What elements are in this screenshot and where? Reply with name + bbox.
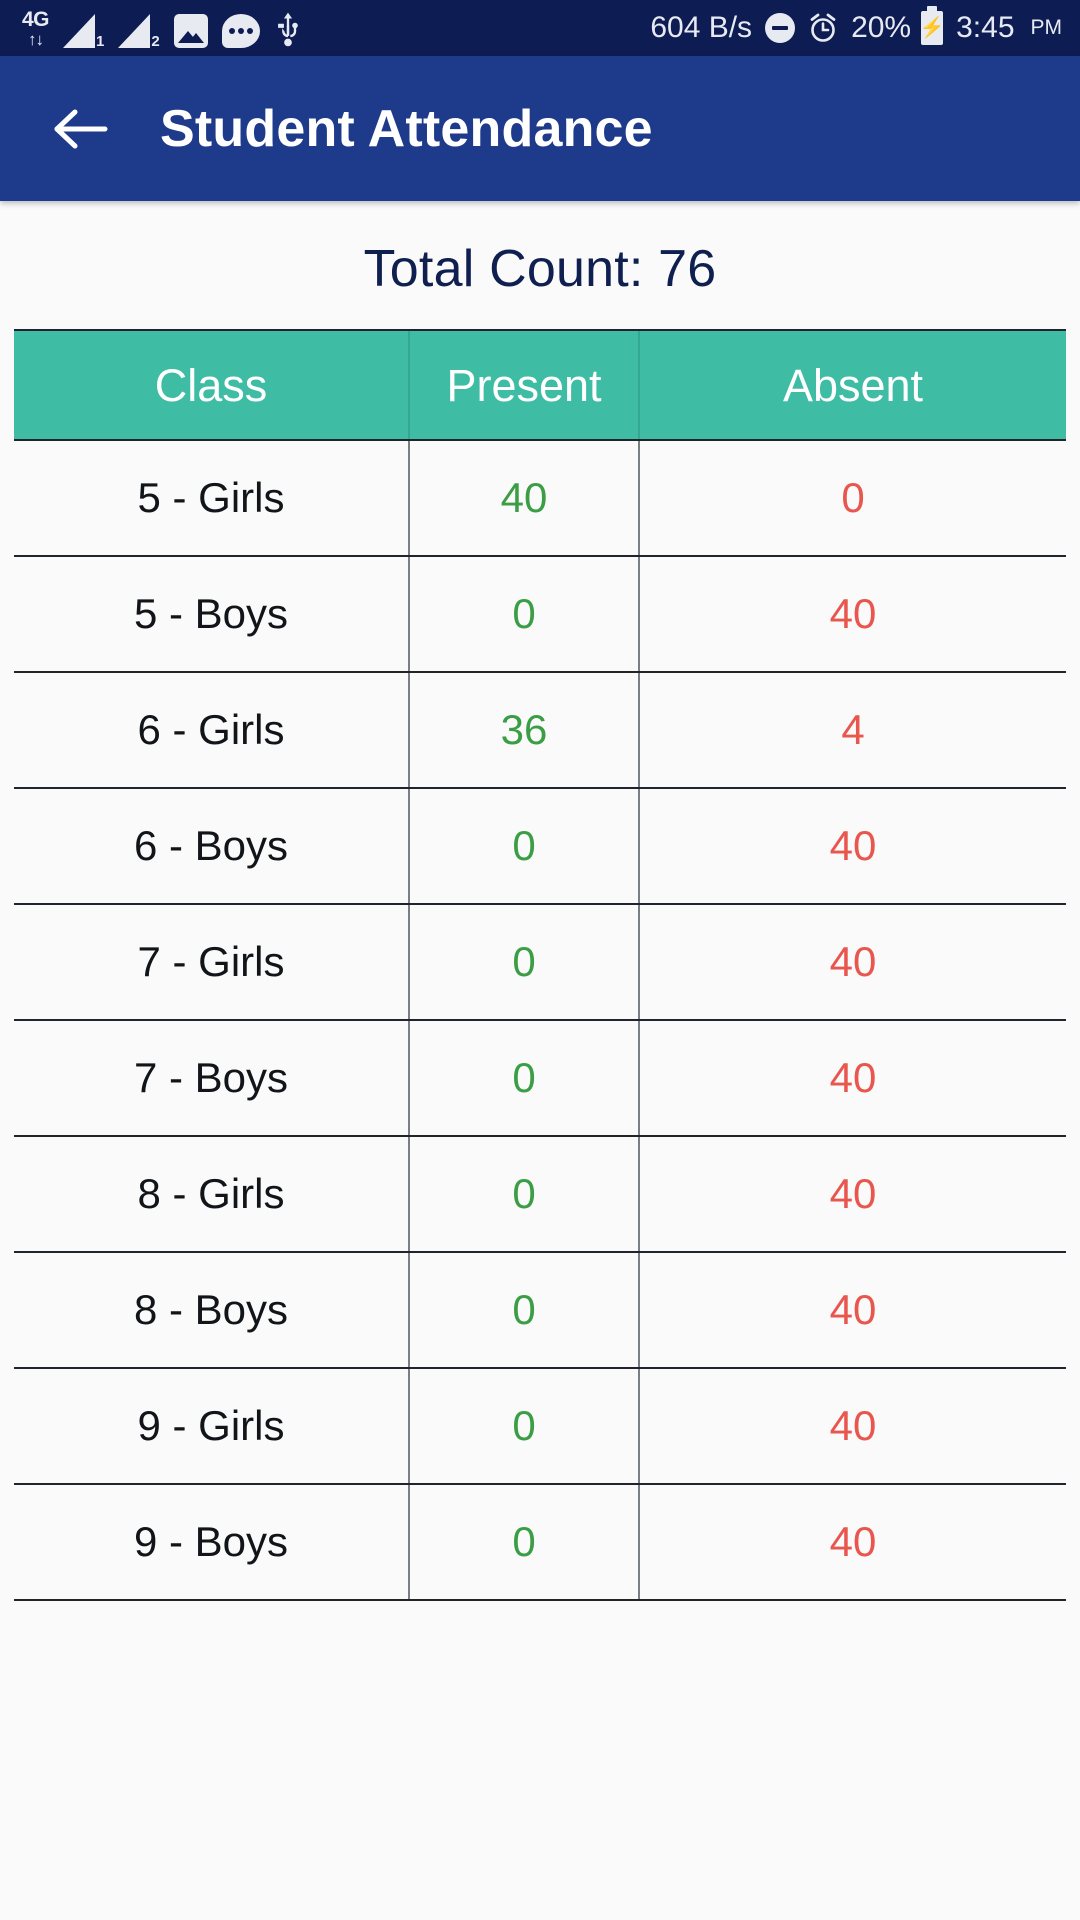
charging-bolt-icon: ⚡ bbox=[919, 17, 945, 39]
messaging-dot bbox=[237, 27, 244, 34]
cell-class: 9 - Girls bbox=[14, 1369, 410, 1483]
cell-absent: 4 bbox=[640, 673, 1066, 787]
clock-ampm-label: PM bbox=[1030, 16, 1063, 39]
signal-bars-shape bbox=[63, 13, 96, 48]
clock-time-label: 3:45 bbox=[956, 11, 1015, 44]
total-count-label: Total Count: 76 bbox=[363, 240, 717, 298]
cell-absent: 40 bbox=[640, 789, 1066, 903]
usb-icon bbox=[277, 12, 298, 46]
cell-absent: 40 bbox=[640, 1021, 1066, 1135]
column-header-class[interactable]: Class bbox=[14, 331, 410, 439]
network-speed-label: 604 B/s bbox=[650, 11, 753, 44]
table-row[interactable]: 8 - Girls 0 40 bbox=[14, 1137, 1066, 1253]
table-row[interactable]: 9 - Girls 0 40 bbox=[14, 1369, 1066, 1485]
cell-absent: 40 bbox=[640, 557, 1066, 671]
messaging-icon bbox=[221, 13, 260, 48]
table-row[interactable]: 6 - Boys 0 40 bbox=[14, 789, 1066, 905]
cell-present: 0 bbox=[410, 557, 640, 671]
cell-present: 40 bbox=[410, 441, 640, 555]
cell-present: 0 bbox=[410, 905, 640, 1019]
messaging-dot bbox=[246, 27, 253, 34]
battery-charging-icon: ⚡ bbox=[919, 6, 945, 45]
cell-present: 0 bbox=[410, 1485, 640, 1599]
cell-class: 7 - Boys bbox=[14, 1021, 410, 1135]
table-row[interactable]: 5 - Girls 40 0 bbox=[14, 441, 1066, 557]
table-row[interactable]: 5 - Boys 0 40 bbox=[14, 557, 1066, 673]
cell-present: 0 bbox=[410, 1021, 640, 1135]
do-not-disturb-icon bbox=[765, 13, 796, 43]
status-bar-left-icons: 4G ↑↓ 1 2 bbox=[22, 7, 302, 50]
cell-class: 7 - Girls bbox=[14, 905, 410, 1019]
cell-present: 0 bbox=[410, 1369, 640, 1483]
cell-absent: 40 bbox=[640, 1485, 1066, 1599]
column-header-absent[interactable]: Absent bbox=[640, 331, 1066, 439]
cell-absent: 40 bbox=[640, 1137, 1066, 1251]
cell-class: 9 - Boys bbox=[14, 1485, 410, 1599]
status-bar-right-icons: 604 B/s 20% ⚡ 3:45 PM bbox=[650, 0, 1062, 56]
cell-class: 5 - Boys bbox=[14, 557, 410, 671]
cell-absent: 40 bbox=[640, 1253, 1066, 1367]
back-button[interactable] bbox=[48, 97, 112, 161]
network-type-indicator: 4G ↑↓ bbox=[22, 7, 50, 49]
table-row[interactable]: 9 - Boys 0 40 bbox=[14, 1485, 1066, 1601]
messaging-dot bbox=[228, 27, 235, 34]
table-row[interactable]: 7 - Boys 0 40 bbox=[14, 1021, 1066, 1137]
signal-bars-shape bbox=[118, 13, 151, 48]
cell-present: 0 bbox=[410, 789, 640, 903]
cell-class: 8 - Girls bbox=[14, 1137, 410, 1251]
cell-class: 5 - Girls bbox=[14, 441, 410, 555]
do-not-disturb-bar bbox=[772, 26, 789, 30]
cell-present: 36 bbox=[410, 673, 640, 787]
main-content: Total Count: 76 Class Present Absent 5 -… bbox=[0, 201, 1080, 1920]
signal-sim1-icon: 1 bbox=[63, 13, 105, 50]
sim1-label: 1 bbox=[96, 32, 105, 50]
alarm-icon bbox=[810, 13, 836, 42]
table-row[interactable]: 8 - Boys 0 40 bbox=[14, 1253, 1066, 1369]
app-bar: Student Attendance bbox=[0, 56, 1080, 201]
back-arrow-icon bbox=[54, 109, 108, 148]
signal-sim2-icon: 2 bbox=[118, 13, 160, 50]
table-header-row: Class Present Absent bbox=[14, 331, 1066, 441]
sim2-label: 2 bbox=[151, 32, 160, 50]
table-row[interactable]: 7 - Girls 0 40 bbox=[14, 905, 1066, 1021]
network-type-label: 4G bbox=[22, 7, 50, 31]
table-row[interactable]: 6 - Girls 36 4 bbox=[14, 673, 1066, 789]
cell-class: 6 - Boys bbox=[14, 789, 410, 903]
cell-absent: 0 bbox=[640, 441, 1066, 555]
status-bar: 4G ↑↓ 1 2 604 B/s 20% ⚡ 3:45 PM bbox=[0, 0, 1080, 56]
cell-absent: 40 bbox=[640, 1369, 1066, 1483]
data-transfer-arrows-icon: ↑↓ bbox=[28, 29, 44, 49]
cell-present: 0 bbox=[410, 1253, 640, 1367]
column-header-present[interactable]: Present bbox=[410, 331, 640, 439]
battery-percent-label: 20% bbox=[851, 11, 912, 44]
cell-absent: 40 bbox=[640, 905, 1066, 1019]
cell-present: 0 bbox=[410, 1137, 640, 1251]
attendance-table: Class Present Absent 5 - Girls 40 0 5 - … bbox=[14, 329, 1066, 1601]
image-icon bbox=[173, 13, 208, 48]
page-title: Student Attendance bbox=[160, 99, 653, 158]
cell-class: 8 - Boys bbox=[14, 1253, 410, 1367]
cell-class: 6 - Girls bbox=[14, 673, 410, 787]
